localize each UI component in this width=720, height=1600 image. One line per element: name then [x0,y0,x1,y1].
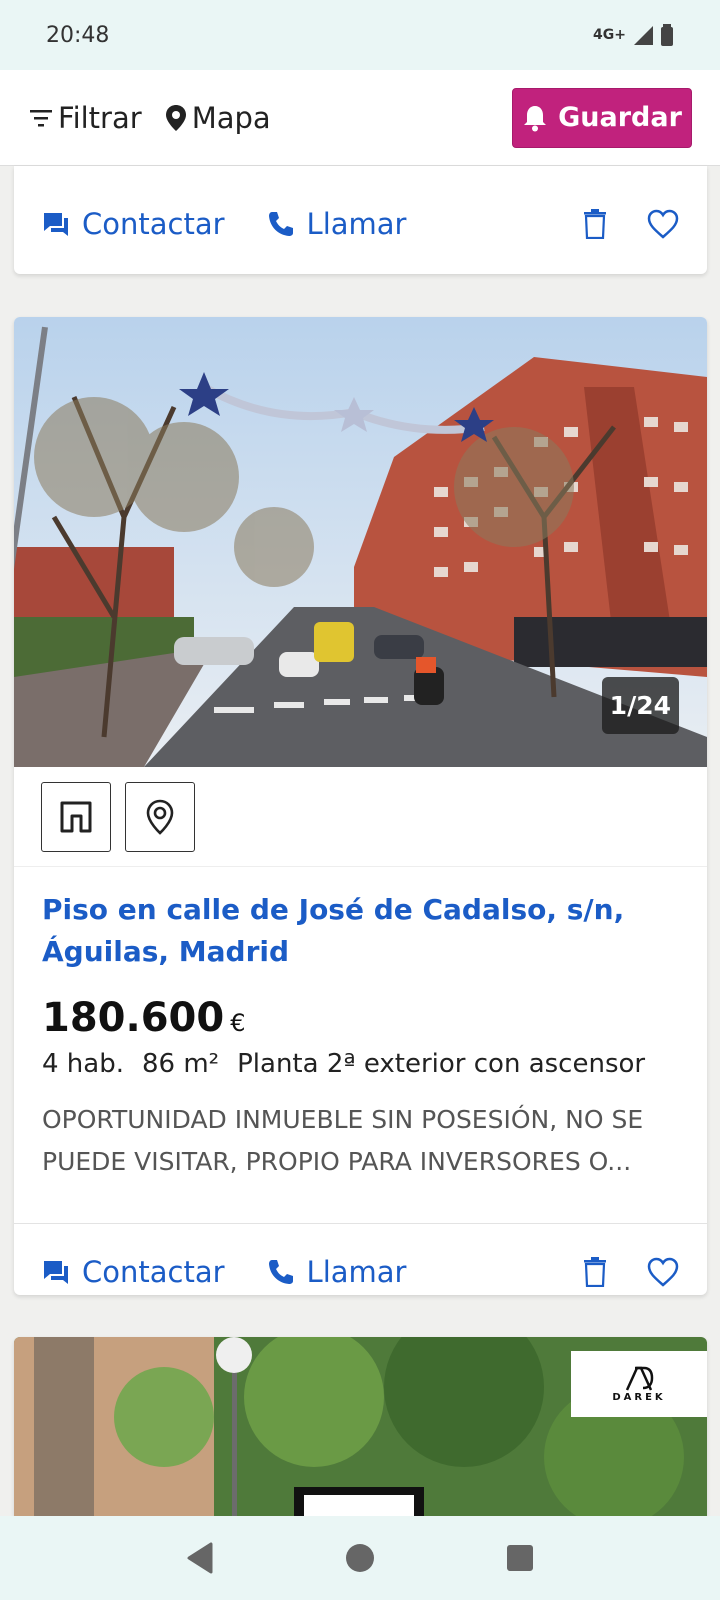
detail-floor: Planta 2ª exterior con ascensor [237,1049,646,1079]
floorplan-icon [60,801,92,832]
card-actions: Contactar Llamar [14,1224,707,1295]
listing-tools [14,767,707,867]
contact-button[interactable]: Contactar [42,1255,225,1289]
filter-label: Filtrar [58,100,142,135]
agency-logo: DAREK [571,1351,707,1417]
agency-logo-text: DAREK [612,1391,666,1403]
listing-description: OPORTUNIDAD INMUEBLE SIN POSESIÓN, NO SE… [42,1105,644,1176]
trash-icon[interactable] [583,1257,607,1287]
listing-title[interactable]: Piso en calle de José de Cadalso, s/n, Á… [42,889,679,973]
network-label: 4G+ [593,27,626,43]
call-button[interactable]: Llamar [267,207,407,241]
chat-icon [44,1261,68,1284]
phone-icon [268,1260,293,1284]
trash-icon[interactable] [583,209,607,239]
detail-rooms: 4 hab. [42,1049,124,1079]
price-value: 180.600 [42,995,225,1041]
call-button[interactable]: Llamar [267,1255,407,1289]
call-label: Llamar [306,207,407,241]
battery-icon [661,24,673,46]
next-listing-card[interactable]: DAREK [14,1337,707,1516]
status-icons: 4G+ [593,24,674,46]
system-nav-bar [0,1516,720,1600]
save-search-button[interactable]: Guardar [512,87,692,148]
card-secondary-actions [583,1257,679,1287]
map-label: Mapa [191,100,271,135]
location-pin-icon [165,104,186,131]
previous-listing-card: Contactar Llamar [14,166,707,274]
agency-logo-mark [625,1366,654,1391]
listing-details: 4 hab. 86 m² Planta 2ª exterior con asce… [42,1049,679,1079]
floorplan-button[interactable] [41,781,111,852]
recents-icon[interactable] [505,1543,535,1573]
bell-icon [524,105,547,131]
top-toolbar: Filtrar Mapa Guardar [0,70,720,166]
heart-icon[interactable] [647,209,679,239]
card-actions: Contactar Llamar [14,176,707,272]
photo-counter: 1/24 [601,677,679,734]
price-currency: € [230,1009,246,1037]
listing-price: 180.600 € [42,995,679,1041]
contact-label: Contactar [82,1255,225,1289]
call-label: Llamar [306,1255,407,1289]
contact-button[interactable]: Contactar [42,207,225,241]
chat-icon [44,213,68,236]
map-button[interactable]: Mapa [164,101,271,135]
location-button[interactable] [125,781,195,852]
listing-card[interactable]: 1/24 Piso en calle de José de Cadalso, s… [14,317,707,1295]
save-label: Guardar [558,102,682,133]
map-pin-icon [146,799,174,835]
phone-icon [268,212,293,236]
contact-label: Contactar [82,207,225,241]
listing-body: Piso en calle de José de Cadalso, s/n, Á… [14,867,707,1195]
listing-photo[interactable]: 1/24 [14,317,707,767]
filter-icon [30,109,52,126]
detail-area: 86 m² [142,1049,220,1079]
signal-icon [634,26,653,45]
status-time: 20:48 [46,22,110,48]
card-secondary-actions [583,209,679,239]
home-icon[interactable] [344,1542,376,1574]
status-bar: 20:48 4G+ [0,0,720,70]
heart-icon[interactable] [647,1257,679,1287]
back-icon[interactable] [185,1541,215,1575]
filter-button[interactable]: Filtrar [28,101,142,135]
